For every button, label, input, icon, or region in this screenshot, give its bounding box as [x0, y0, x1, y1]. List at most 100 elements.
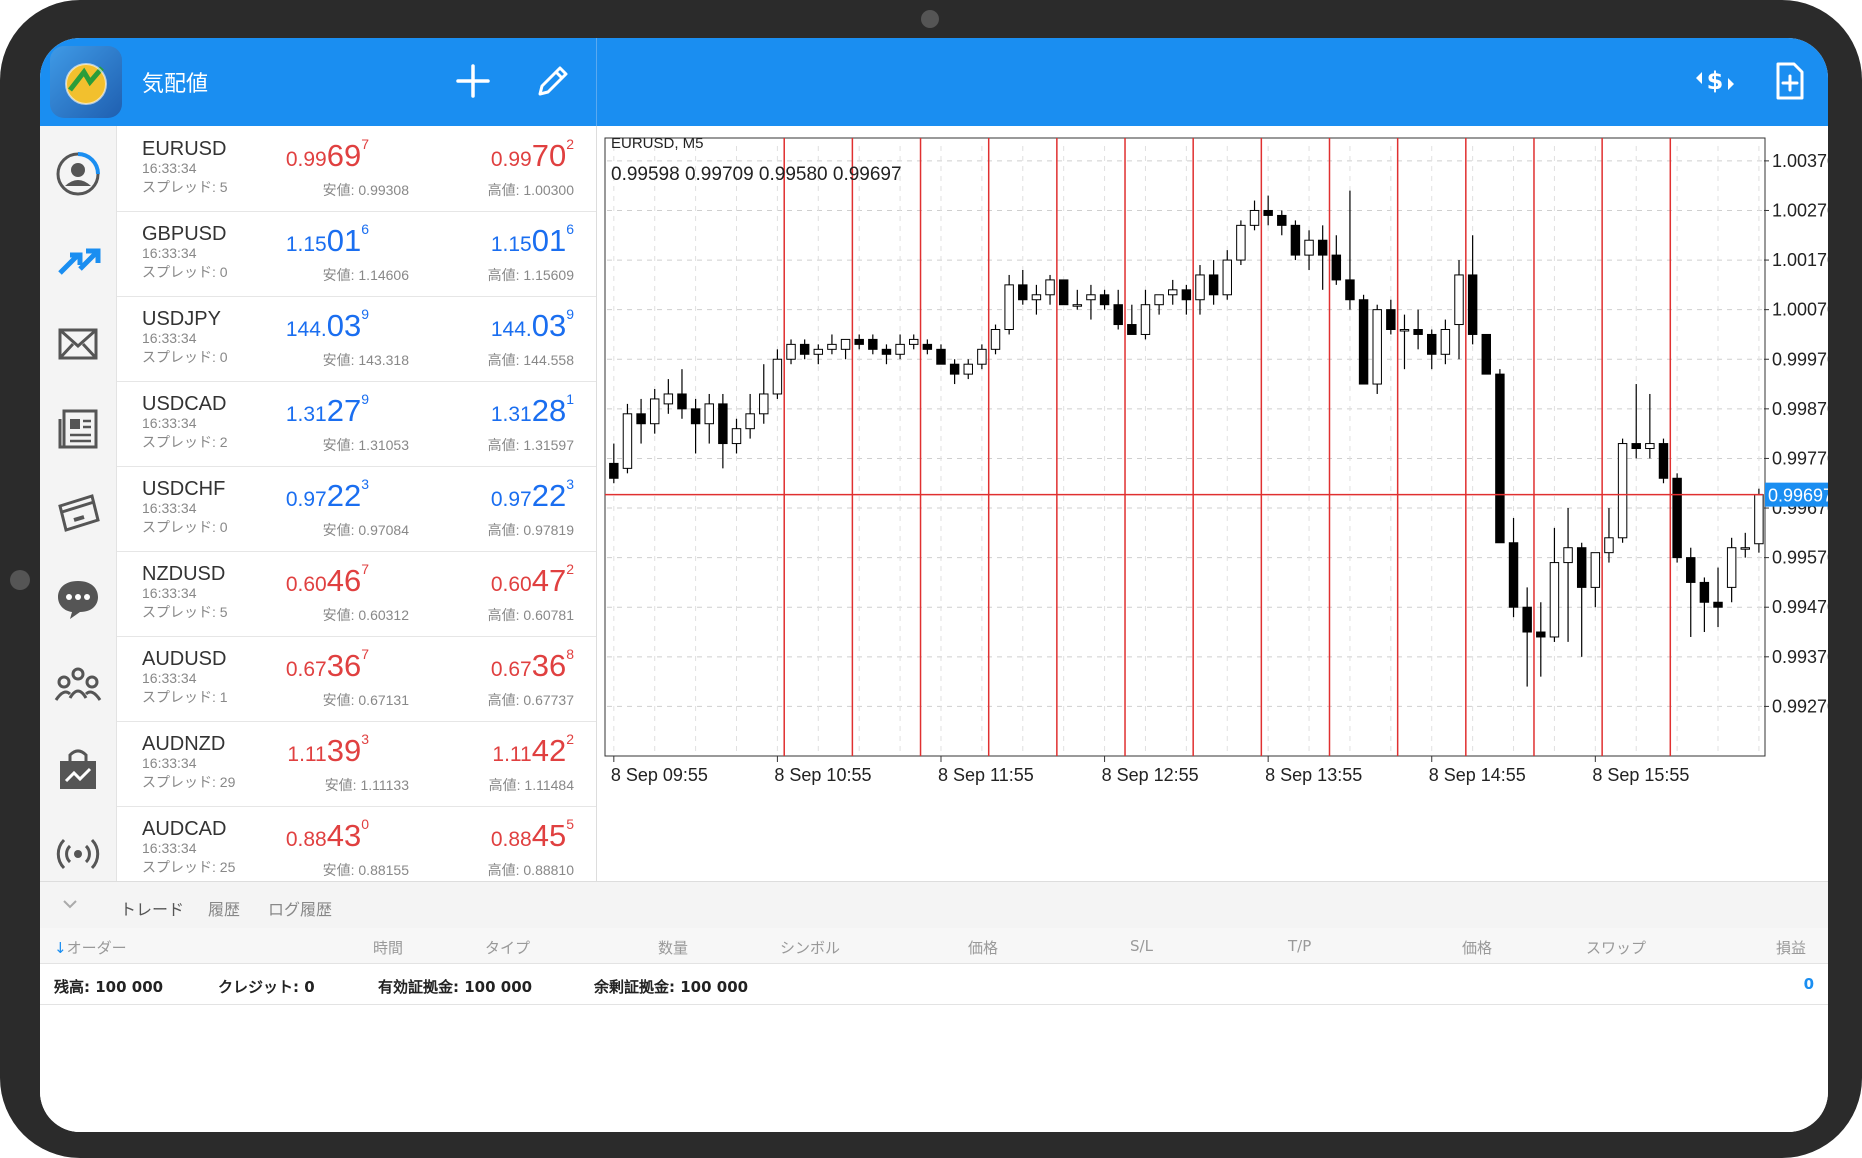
y-tick-label: 0.99570 — [1772, 548, 1828, 568]
col-volume[interactable]: 数量 — [658, 937, 688, 958]
candle-body — [1604, 537, 1614, 554]
bid-point: 7 — [361, 646, 369, 662]
y-tick-label: 0.99470 — [1772, 597, 1828, 617]
add-symbol-button[interactable] — [450, 58, 496, 104]
candle-body — [1154, 294, 1164, 306]
col-swap[interactable]: スワップ — [1586, 937, 1646, 958]
col-order-label: オーダー — [66, 939, 127, 957]
quote-time: 16:33:34 — [142, 840, 197, 856]
quote-high: 高値: 144.558 — [487, 352, 574, 368]
quote-row[interactable]: USDCHF 16:33:34 スプレッド: 0 0.97223 0.97223 安値: … — [117, 466, 596, 552]
bid-pips: 39 — [326, 733, 362, 768]
quote-symbol: GBPUSD — [142, 223, 227, 245]
nav-community[interactable] — [48, 654, 108, 714]
candle-body — [1413, 328, 1423, 335]
candle-body — [895, 343, 905, 355]
ask-prefix: 0.88 — [490, 828, 532, 851]
bid-point: 0 — [361, 816, 369, 832]
quote-row[interactable]: NZDUSD 16:33:34 スプレッド: 5 0.60467 0.60472 安値: … — [117, 551, 596, 637]
tab-trade[interactable]: トレード — [120, 896, 184, 920]
candle-body — [690, 408, 701, 425]
col-tp[interactable]: T/P — [1288, 937, 1311, 955]
col-price[interactable]: 価格 — [968, 937, 998, 958]
candle-body — [1072, 304, 1083, 307]
device-button — [10, 570, 30, 590]
chart-arrows-icon — [58, 248, 101, 275]
candle-body — [786, 343, 796, 360]
candle-body — [881, 348, 892, 355]
free-margin-label: 余剰証拠金: — [594, 978, 675, 996]
nav-chart[interactable] — [48, 229, 108, 289]
col-time[interactable]: 時間 — [373, 937, 403, 958]
quote-spread: スプレッド: 0 — [142, 349, 228, 365]
total-profit: 0 — [1803, 975, 1814, 993]
nav-quotes[interactable] — [48, 144, 108, 204]
candle-body — [936, 348, 946, 365]
candle-body — [1522, 606, 1532, 633]
nav-market[interactable] — [48, 739, 108, 799]
quote-symbol: AUDUSD — [142, 648, 227, 670]
bid-point: 9 — [361, 391, 369, 407]
candle-body — [1236, 224, 1246, 261]
x-tick-label: 8 Sep 09:55 — [611, 765, 708, 785]
metatrader-logo-icon[interactable] — [50, 46, 122, 118]
quote-row[interactable]: USDJPY 16:33:34 スプレッド: 0 144.039 144.039 安値: … — [117, 296, 596, 382]
candle-body — [677, 393, 687, 410]
quote-row[interactable]: AUDUSD 16:33:34 スプレッド: 1 0.67367 0.67368 安値: … — [117, 636, 596, 722]
ask-pips: 45 — [531, 818, 567, 853]
new-order-button[interactable] — [1766, 58, 1812, 104]
ask-prefix: 0.67 — [490, 658, 532, 681]
tab-history[interactable]: 履歴 — [208, 896, 240, 920]
candle-body — [1304, 239, 1314, 256]
edit-button[interactable] — [530, 58, 576, 104]
chart-canvas[interactable]: 1.00370 1.00270 1.00170 1.00070 0.99970 0.998… — [597, 126, 1828, 881]
quote-row[interactable]: GBPUSD 16:33:34 スプレッド: 0 1.15016 1.15016 安値: … — [117, 211, 596, 297]
nav-mail[interactable] — [48, 314, 108, 374]
nav-signals[interactable] — [48, 824, 108, 884]
top-bar-quotes-section: 気配値 — [40, 38, 597, 126]
candle-body — [1563, 547, 1573, 564]
quote-low: 安値: 0.60312 — [322, 607, 409, 623]
quote-ask: 1.11422 — [492, 731, 574, 769]
quote-ask: 0.97223 — [491, 476, 574, 514]
price-chart[interactable]: 1.00370 1.00270 1.00170 1.00070 0.99970 0.998… — [597, 126, 1828, 881]
ask-pips: 42 — [531, 733, 567, 768]
tab-journal[interactable]: ログ履歴 — [268, 896, 332, 920]
col-type[interactable]: タイプ — [485, 937, 530, 958]
trade-dollar-icon: $ — [1696, 67, 1734, 95]
quote-bid: 0.88430 — [286, 816, 369, 854]
terminal-panel: トレード 履歴 ログ履歴 ↓オーダー 時間 タイプ 数量 シンボル 価格 S/L… — [40, 881, 1828, 1132]
candle-body — [759, 393, 769, 415]
quote-bid: 144.039 — [286, 306, 369, 344]
col-profit[interactable]: 損益 — [1776, 937, 1806, 958]
bid-pips: 69 — [326, 138, 362, 173]
col-sl[interactable]: S/L — [1130, 937, 1153, 955]
candle-body — [1222, 259, 1232, 296]
chevron-down-icon[interactable] — [62, 898, 78, 910]
ask-point: 3 — [566, 476, 574, 492]
col-current-price[interactable]: 価格 — [1462, 937, 1492, 958]
nav-chat[interactable] — [48, 569, 108, 629]
quote-row[interactable]: AUDNZD 16:33:34 スプレッド: 29 1.11393 1.11422 安値:… — [117, 721, 596, 807]
candle-body — [704, 403, 714, 425]
col-order[interactable]: ↓オーダー — [54, 937, 127, 958]
candle-body — [949, 363, 960, 375]
current-price-label: 0.99697 — [1768, 486, 1828, 506]
quote-spread: スプレッド: 2 — [142, 434, 228, 450]
tablet-frame: 気配値 $ EURUSD 16:33:34 スプレッド: 5 0.99697 0… — [0, 0, 1862, 1158]
account-summary: 残高: 100 000 クレジット: 0 有効証拠金: 100 000 余剰証拠… — [40, 964, 1828, 1005]
quote-ask: 0.67368 — [490, 646, 574, 684]
quote-low: 安値: 1.14606 — [322, 267, 409, 283]
quote-row[interactable]: EURUSD 16:33:34 スプレッド: 5 0.99697 0.99702 安値: … — [117, 126, 596, 212]
nav-news[interactable] — [48, 399, 108, 459]
quote-row[interactable]: USDCAD 16:33:34 スプレッド: 2 1.31279 1.31281 安値: … — [117, 381, 596, 467]
candle-body — [1277, 214, 1287, 226]
quote-row[interactable]: AUDCAD 16:33:34 スプレッド: 25 0.88430 0.88455 安値:… — [117, 806, 596, 892]
ask-pips: 36 — [531, 648, 567, 683]
trade-button[interactable]: $ — [1692, 58, 1738, 104]
bid-prefix: 1.11 — [287, 743, 327, 766]
quote-bid: 1.15016 — [286, 221, 369, 259]
quote-time: 16:33:34 — [142, 670, 197, 686]
nav-calendar[interactable] — [48, 484, 108, 544]
col-symbol[interactable]: シンボル — [780, 937, 840, 958]
